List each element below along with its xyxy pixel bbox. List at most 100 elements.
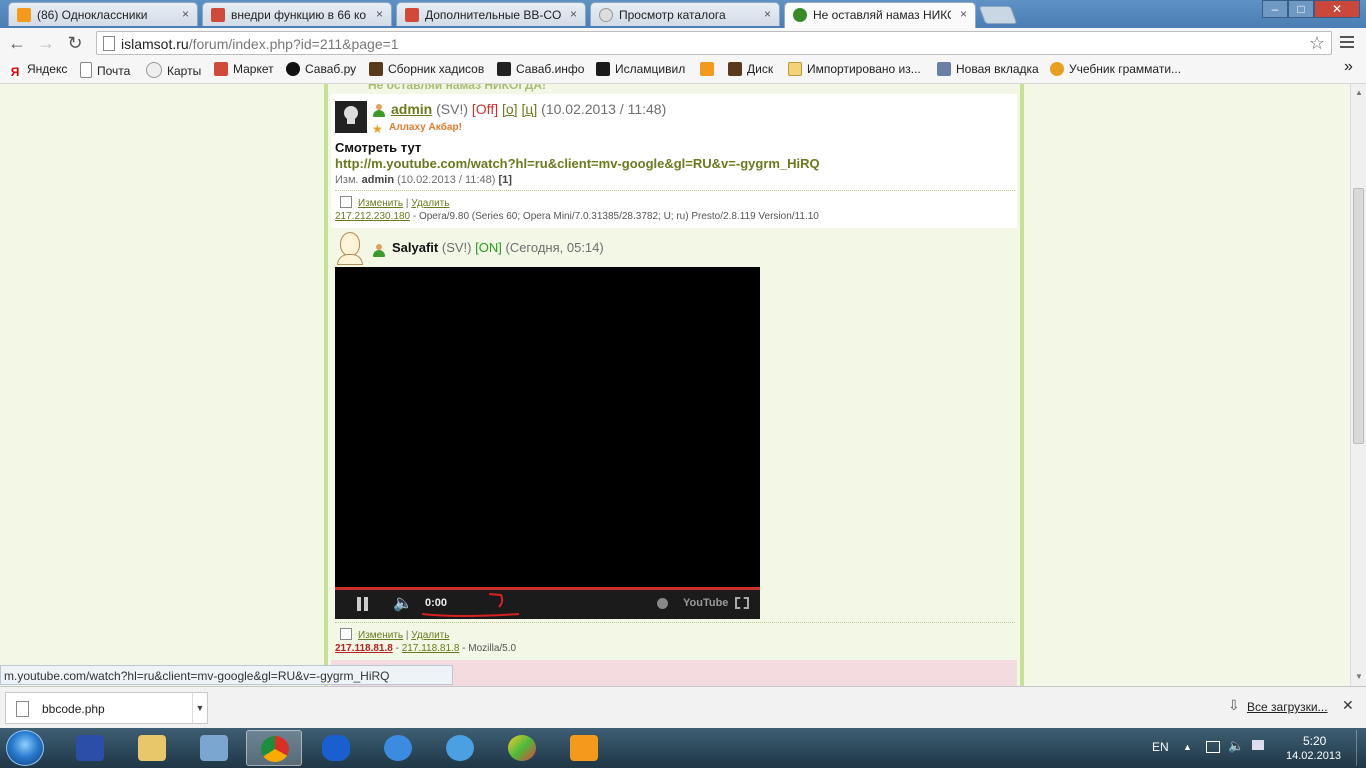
tab-catalog[interactable]: Просмотр каталога ×	[590, 2, 780, 26]
reload-button[interactable]: ↻	[65, 33, 85, 53]
taskbar-ie[interactable]	[370, 730, 426, 766]
youtube-logo[interactable]: YouTube	[683, 597, 728, 609]
address-path: /forum/index.php?id=211&page=1	[188, 36, 399, 52]
forward-button[interactable]: →	[36, 33, 56, 53]
bookmark-hadith[interactable]: Сборник хадисов	[369, 62, 484, 80]
tab-bbcodes[interactable]: Дополнительные BB-COI ×	[396, 2, 586, 26]
folder-icon	[788, 62, 802, 76]
new-tab-button[interactable]	[978, 6, 1018, 24]
close-button[interactable]: ✕	[1314, 0, 1360, 18]
bookmark-label: Сборник хадисов	[388, 62, 485, 76]
edit-link[interactable]: Изменить	[358, 198, 403, 209]
address-url[interactable]: islamsot.ru/forum/index.php?id=211&page=…	[121, 36, 399, 52]
menu-icon[interactable]	[1340, 36, 1354, 48]
pause-icon[interactable]	[357, 597, 361, 611]
bookmark-grammar[interactable]: Учебник граммати...	[1050, 62, 1181, 80]
bookmark-savab-ru[interactable]: Саваб.ру	[286, 62, 356, 80]
bookmark-mail[interactable]: Почта	[80, 62, 130, 80]
tab-close-icon[interactable]: ×	[570, 7, 577, 21]
bookmark-market[interactable]: Маркет	[214, 62, 274, 80]
maximize-button[interactable]: □	[1288, 0, 1314, 18]
link-c[interactable]: [ц]	[521, 101, 537, 117]
ip-link-primary[interactable]: 217.118.81.8	[335, 643, 393, 654]
ip-link-secondary[interactable]: 217.118.81.8	[402, 643, 460, 654]
bookmark-star-icon[interactable]: ☆	[1309, 33, 1325, 54]
globe-icon	[599, 8, 613, 22]
tray-expand-icon[interactable]: ▲	[1183, 742, 1192, 752]
fullscreen-icon[interactable]	[735, 597, 749, 609]
tab-close-icon[interactable]: ×	[960, 7, 967, 21]
separator: -	[392, 643, 402, 654]
tab-close-icon[interactable]: ×	[376, 7, 383, 21]
address-host: islamsot.ru	[121, 36, 189, 52]
tab-close-icon[interactable]: ×	[764, 7, 771, 21]
taskbar-bluetooth[interactable]	[308, 730, 364, 766]
bookmark-yandex[interactable]: Я Яндекс	[8, 62, 67, 80]
bookmark-savab-info[interactable]: Саваб.инфо	[497, 62, 584, 80]
start-button[interactable]	[6, 730, 44, 766]
scroll-up-icon[interactable]: ▲	[1355, 88, 1363, 97]
bookmark-label: Импортировано из...	[807, 62, 921, 76]
bookmark-odnoklassniki[interactable]	[700, 62, 719, 80]
download-item[interactable]: bbcode.php ▼	[5, 692, 208, 724]
tab-odnoklassniki[interactable]: (86) Одноклассники ×	[8, 2, 198, 26]
download-menu-icon[interactable]: ▼	[192, 693, 207, 723]
tab-namaz[interactable]: Не оставляй намаз НИКО ×	[784, 2, 976, 28]
bookmarks-overflow-button[interactable]: »	[1344, 58, 1353, 76]
back-button[interactable]: ←	[7, 33, 27, 53]
taskbar-mail[interactable]	[432, 730, 488, 766]
youtube-video-player[interactable]: 🔈 0:00 YouTube	[335, 267, 760, 619]
separator: |	[405, 198, 409, 209]
volume-tray-icon[interactable]: 🔈	[1228, 738, 1244, 754]
taskbar-odnoklassniki[interactable]	[556, 730, 612, 766]
language-indicator[interactable]: EN	[1152, 740, 1169, 754]
close-downloads-button[interactable]: ✕	[1342, 697, 1354, 714]
clock-icon[interactable]	[657, 598, 668, 609]
taskbar-ball[interactable]	[494, 730, 550, 766]
pause-icon-bar	[364, 597, 368, 611]
scrollbar-thumb[interactable]	[1353, 188, 1364, 444]
tab-close-icon[interactable]: ×	[182, 7, 189, 21]
bookmark-new-tab[interactable]: Новая вкладка	[937, 62, 1039, 80]
clock-date[interactable]: 14.02.2013	[1286, 750, 1341, 762]
network-tray-icon[interactable]	[1252, 740, 1264, 750]
clock-time[interactable]: 5:20	[1303, 734, 1326, 748]
divider	[335, 190, 1015, 191]
ip-link[interactable]: 217.212.230.180	[335, 211, 410, 222]
bookmark-disk[interactable]: Диск	[728, 62, 773, 80]
taskbar-chrome[interactable]	[246, 730, 302, 766]
bookmark-maps[interactable]: Карты	[146, 62, 201, 80]
author-link[interactable]: admin	[391, 101, 432, 117]
yandex-icon: Я	[8, 65, 22, 79]
scroll-down-icon[interactable]: ▼	[1355, 672, 1363, 681]
network-icon	[200, 735, 228, 761]
star-icon: ★	[372, 122, 383, 136]
page-scrollbar[interactable]: ▲ ▼	[1350, 84, 1366, 686]
show-desktop-button[interactable]	[1356, 730, 1366, 766]
link-o[interactable]: [о]	[502, 101, 518, 117]
delete-link[interactable]: Удалить	[411, 630, 449, 641]
book-icon	[369, 62, 383, 76]
post-select-checkbox[interactable]	[340, 196, 352, 208]
minimize-button[interactable]: –	[1262, 0, 1288, 18]
address-bar[interactable]: islamsot.ru/forum/index.php?id=211&page=…	[96, 31, 1332, 55]
author-name[interactable]: Salyafit	[392, 240, 438, 255]
download-filename: bbcode.php	[42, 702, 105, 716]
taskbar-network[interactable]	[186, 730, 242, 766]
taskbar-explorer[interactable]	[124, 730, 180, 766]
youtube-link[interactable]: http://m.youtube.com/watch?hl=ru&client=…	[335, 156, 820, 171]
post-actions: Изменить | Удалить	[358, 630, 449, 641]
tab-implement-function[interactable]: внедри функцию в 66 ко ×	[202, 2, 392, 26]
action-center-icon[interactable]	[1206, 741, 1220, 753]
mail-icon	[446, 735, 474, 761]
volume-icon[interactable]: 🔈	[393, 593, 413, 613]
edit-link[interactable]: Изменить	[358, 630, 403, 641]
bookmark-islamcivil[interactable]: Исламцивил	[596, 62, 685, 80]
bookmark-imported-folder[interactable]: Импортировано из...	[788, 62, 921, 80]
bookmark-label: Яндекс	[27, 62, 68, 76]
all-downloads-link[interactable]: Все загрузки...	[1247, 700, 1328, 714]
taskbar-floppy[interactable]	[62, 730, 118, 766]
delete-link[interactable]: Удалить	[411, 198, 449, 209]
post-select-checkbox[interactable]	[340, 628, 352, 640]
post-ip-info: 217.212.230.180 - Opera/9.80 (Series 60;…	[335, 211, 819, 222]
